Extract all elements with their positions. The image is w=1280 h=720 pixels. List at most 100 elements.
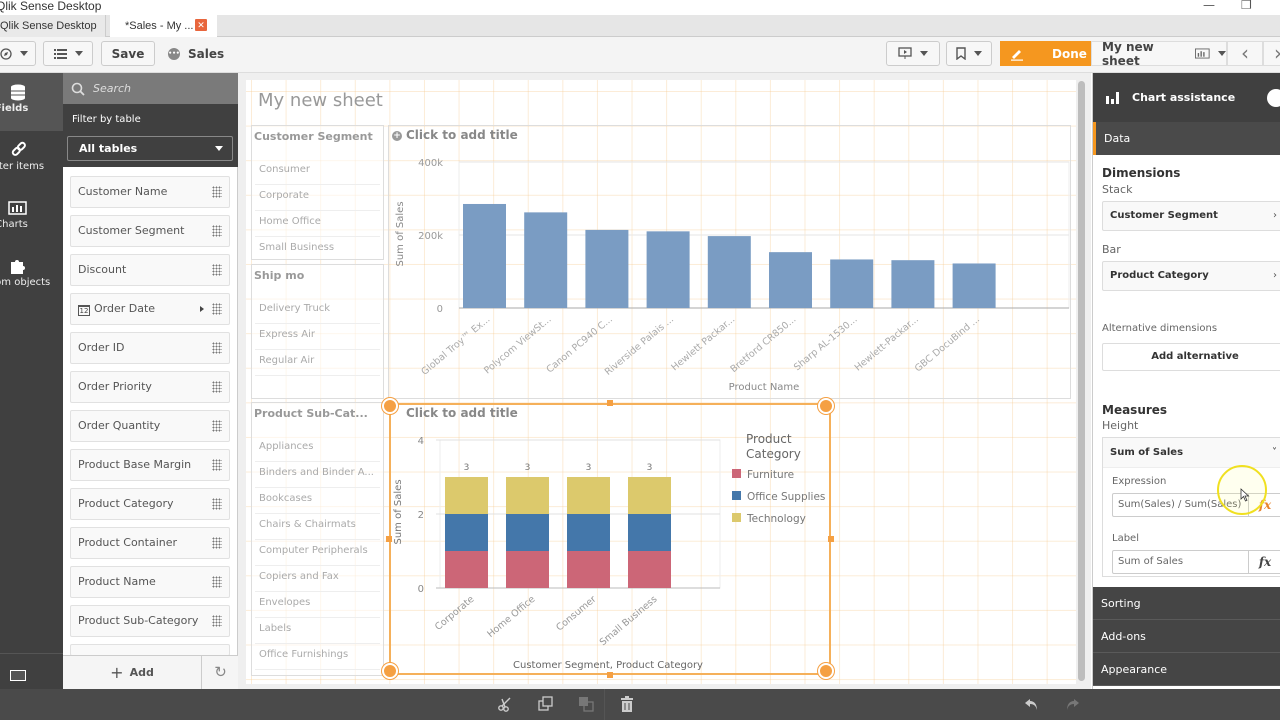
sheet-selector[interactable]: My new sheet	[1091, 40, 1227, 68]
filter-value[interactable]: Small Business	[259, 242, 334, 253]
drag-handle-icon[interactable]	[212, 264, 222, 276]
drag-handle-icon[interactable]	[212, 459, 222, 471]
bookmarks-button[interactable]	[946, 41, 992, 66]
drag-handle-icon[interactable]	[212, 537, 222, 549]
field-item[interactable]: Product Category	[70, 488, 230, 520]
drag-handle-icon[interactable]	[212, 615, 222, 627]
filter-value[interactable]: Copiers and Fax	[259, 571, 339, 582]
close-tab-icon[interactable]: ✕	[195, 19, 207, 31]
table-dropdown[interactable]: All tables	[67, 136, 233, 161]
navigation-menu-button[interactable]	[0, 41, 36, 66]
filter-value[interactable]: Office Furnishings	[259, 649, 348, 660]
add-data-button[interactable]: + Add	[63, 656, 202, 689]
redo-icon[interactable]	[1064, 696, 1080, 712]
save-button[interactable]: Save	[101, 41, 155, 66]
filter-value[interactable]: Labels	[259, 623, 291, 634]
nav-fields[interactable]: Fields	[0, 73, 63, 131]
expand-arrow-icon[interactable]	[200, 306, 204, 312]
add-ons-section[interactable]: Add-ons	[1093, 620, 1280, 653]
filter-value[interactable]: Chairs & Chairmats	[259, 519, 356, 530]
nav-master-items[interactable]: Master items	[0, 131, 63, 189]
restore-button[interactable]: ❐	[1241, 0, 1252, 12]
drag-handle-icon[interactable]	[212, 303, 222, 315]
data-section-tab[interactable]: Data	[1093, 122, 1280, 155]
bar-dimension-item[interactable]: Product Category ›	[1102, 261, 1280, 291]
filter-value[interactable]: Corporate	[259, 190, 309, 201]
filter-pane-product-sub-category[interactable]: Product Sub-Cat... Appliances Binders and…	[251, 402, 384, 676]
previous-sheet-button[interactable]: ‹	[1227, 41, 1263, 66]
field-item[interactable]: Order Quantity	[70, 410, 230, 442]
resize-handle-bottom-right[interactable]	[818, 663, 834, 679]
bar[interactable]	[830, 259, 874, 308]
resize-handle-bottom[interactable]	[607, 672, 613, 678]
filter-pane-ship-mode[interactable]: Ship mo Delivery Truck Express Air Regul…	[251, 264, 384, 399]
nav-custom-objects[interactable]: Custom objects	[0, 247, 63, 305]
filter-value[interactable]: Computer Peripherals	[259, 545, 368, 556]
cut-icon[interactable]	[497, 696, 513, 712]
copy-icon[interactable]	[538, 696, 554, 712]
filter-value[interactable]: Express Air	[259, 329, 315, 340]
variables-icon[interactable]	[10, 670, 26, 681]
field-item[interactable]: Product Container	[70, 527, 230, 559]
field-item[interactable]: Product Sub-Category	[70, 605, 230, 637]
bar[interactable]	[707, 236, 751, 308]
bar-chart-product-name[interactable]: + Click to add title 0 200k 400k Sum of Sale…	[388, 125, 1071, 399]
field-item[interactable]: Order Priority	[70, 371, 230, 403]
bar[interactable]	[646, 231, 690, 308]
field-item[interactable]: 12 Order Date	[70, 293, 230, 325]
sorting-section[interactable]: Sorting	[1093, 587, 1280, 620]
field-item[interactable]: Discount	[70, 254, 230, 286]
field-item[interactable]: Product Base Margin	[70, 449, 230, 481]
sheet-title[interactable]: My new sheet	[258, 90, 383, 111]
resize-handle-left[interactable]	[386, 536, 392, 542]
bar[interactable]	[891, 260, 935, 308]
stack-dimension-item[interactable]: Customer Segment ›	[1102, 201, 1280, 231]
done-editing-button[interactable]: Done	[1000, 41, 1091, 66]
tab-sales[interactable]: *Sales - My ... ✕	[110, 15, 217, 37]
minimize-button[interactable]: —	[1203, 0, 1215, 12]
bar[interactable]	[463, 203, 506, 308]
bar[interactable]	[952, 263, 996, 308]
filter-value[interactable]: Envelopes	[259, 597, 310, 608]
nav-charts[interactable]: Charts	[0, 189, 63, 247]
drag-handle-icon[interactable]	[212, 186, 222, 198]
field-item[interactable]: Customer Segment	[70, 215, 230, 247]
bar[interactable]	[769, 252, 812, 308]
measure-header[interactable]: Sum of Sales ˅	[1103, 438, 1280, 468]
label-input[interactable]: Sum of Sales fx	[1112, 550, 1280, 574]
resize-handle-top[interactable]	[607, 400, 613, 406]
present-button[interactable]	[886, 41, 940, 66]
filter-pane-customer-segment[interactable]: Customer Segment Consumer Corporate Home…	[251, 125, 384, 260]
paste-icon[interactable]	[578, 696, 594, 712]
tab-hub[interactable]: Qlik Sense Desktop hub	[0, 15, 106, 54]
refresh-icon[interactable]: ↻	[203, 656, 238, 689]
drag-handle-icon[interactable]	[212, 381, 222, 393]
field-item[interactable]: Customer Name	[70, 176, 230, 208]
drag-handle-icon[interactable]	[212, 498, 222, 510]
filter-value[interactable]: Home Office	[259, 216, 321, 227]
filter-value[interactable]: Delivery Truck	[259, 303, 330, 314]
next-sheet-button[interactable]: ›	[1263, 41, 1280, 66]
undo-icon[interactable]	[1024, 696, 1040, 712]
canvas-scrollbar[interactable]	[1078, 81, 1085, 681]
resize-handle-top-right[interactable]	[818, 398, 834, 414]
filter-value[interactable]: Consumer	[259, 164, 310, 175]
filter-value[interactable]: Appliances	[259, 441, 313, 452]
resize-handle-top-left[interactable]	[382, 398, 398, 414]
drag-handle-icon[interactable]	[212, 420, 222, 432]
resize-handle-right[interactable]	[828, 536, 834, 542]
filter-value[interactable]: Bookcases	[259, 493, 312, 504]
drag-handle-icon[interactable]	[212, 225, 222, 237]
global-menu-button[interactable]	[43, 41, 93, 66]
resize-handle-bottom-left[interactable]	[382, 663, 398, 679]
label-expression-button[interactable]: fx	[1248, 551, 1280, 573]
drag-handle-icon[interactable]	[212, 342, 222, 354]
field-item[interactable]: Product Name	[70, 566, 230, 598]
add-alternative-button[interactable]: Add alternative	[1102, 343, 1280, 371]
filter-value[interactable]: Regular Air	[259, 355, 314, 366]
delete-icon[interactable]	[620, 696, 634, 712]
filter-value[interactable]: Binders and Binder A...	[259, 467, 374, 478]
chart-assistance-toggle[interactable]	[1267, 89, 1280, 107]
drag-handle-icon[interactable]	[212, 576, 222, 588]
field-item[interactable]: Order ID	[70, 332, 230, 364]
